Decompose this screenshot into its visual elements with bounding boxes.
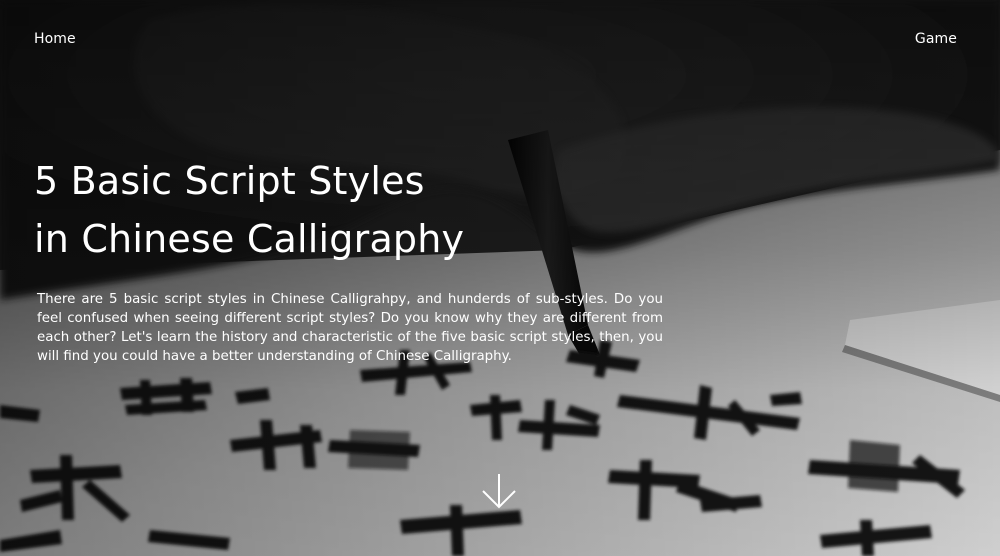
page-title-line-1: 5 Basic Script Styles: [34, 159, 425, 203]
nav-home-link[interactable]: Home: [34, 30, 76, 48]
arrow-down-icon[interactable]: [481, 472, 517, 510]
page-title-line-2: in Chinese Calligraphy: [34, 217, 465, 261]
page-title: 5 Basic Script Styles in Chinese Calligr…: [34, 152, 634, 268]
nav-game-link[interactable]: Game: [915, 30, 957, 48]
intro-paragraph: There are 5 basic script styles in Chine…: [37, 292, 663, 364]
